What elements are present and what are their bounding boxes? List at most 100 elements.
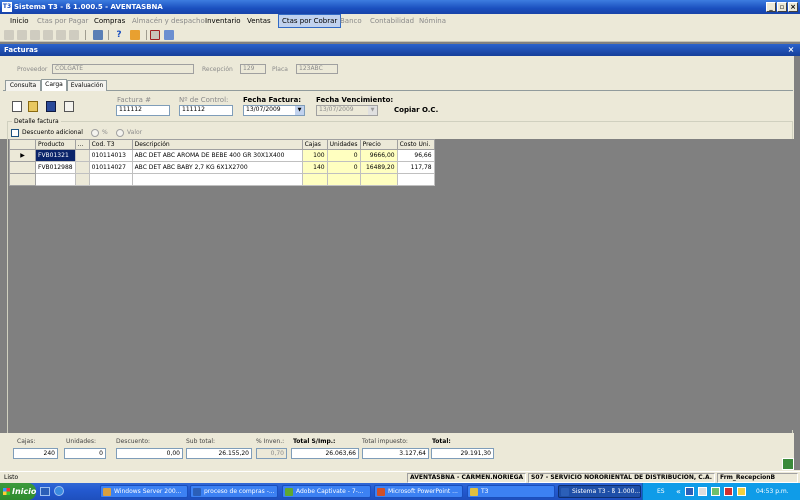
control-field[interactable]: 111112 [179, 105, 233, 116]
chevron-down-icon[interactable]: ▼ [295, 106, 304, 115]
fecha-factura-picker[interactable]: 13/07/2009 ▼ [243, 105, 305, 116]
start-button[interactable]: Inicio [0, 483, 36, 500]
link-icon[interactable] [164, 30, 174, 40]
menu-nomina[interactable]: Nómina [419, 14, 446, 28]
col-cajas[interactable]: Cajas [301, 139, 328, 150]
cell-producto[interactable]: FVB012988 [35, 161, 76, 174]
clock[interactable]: 04:53 p.m. [756, 483, 789, 500]
menu-almacen[interactable]: Almacén y despacho [132, 14, 205, 28]
copiar-oc-button[interactable]: Copiar O.C. [394, 106, 438, 114]
lookup-button[interactable] [74, 161, 90, 174]
col-precio[interactable]: Precio [359, 139, 398, 150]
save-disk-icon[interactable] [46, 101, 56, 112]
col-unidades[interactable]: Unidades [326, 139, 361, 150]
cell-unidades[interactable] [326, 173, 361, 186]
print-icon[interactable] [93, 30, 103, 40]
delete-icon[interactable] [43, 30, 53, 40]
network-icon[interactable] [685, 487, 694, 496]
monitor-icon[interactable] [698, 487, 707, 496]
cell-producto[interactable] [35, 173, 76, 186]
cell-unidades[interactable]: 0 [326, 149, 361, 162]
cell-costo[interactable]: 117,78 [396, 161, 435, 174]
menu-inventario[interactable]: Inventario [205, 14, 241, 28]
proveedor-field[interactable]: COLGATE [52, 64, 194, 74]
lookup-button[interactable] [74, 149, 90, 162]
valor-radio[interactable] [116, 129, 124, 137]
new-doc-icon[interactable] [12, 101, 22, 112]
cell-cajas[interactable]: 100 [301, 149, 328, 162]
cell-desc[interactable]: ABC DET ABC AROMA DE BEBE 400 GR 30X1X40… [131, 149, 303, 162]
form-close-button[interactable]: × [786, 45, 796, 55]
cell-precio[interactable]: 16489,20 [359, 161, 398, 174]
restore-button[interactable]: ▫ [777, 2, 787, 12]
menu-ventas[interactable]: Ventas [247, 14, 271, 28]
cell-cod[interactable]: 010114027 [88, 161, 133, 174]
form-title-bar[interactable]: Facturas × [0, 44, 800, 56]
close-button[interactable]: × [788, 2, 798, 12]
tab-carga[interactable]: Carga [41, 79, 67, 91]
volume-icon[interactable] [737, 487, 746, 496]
table-row[interactable]: FVB012988 010114027 ABC DET ABC BABY 2,7… [9, 161, 435, 174]
pct-radio[interactable] [91, 129, 99, 137]
title-bar[interactable]: T3 Sistema T3 - ß 1.000.5 - AVENTASBNA _… [0, 0, 800, 14]
descuento-checkbox[interactable] [11, 129, 19, 137]
recepcion-field[interactable]: 129 [240, 64, 266, 74]
tab-evaluacion[interactable]: Evaluación [67, 80, 107, 91]
menu-inicio[interactable]: Inicio [10, 14, 29, 28]
stop-icon[interactable] [150, 30, 160, 40]
help-icon[interactable]: ? [114, 30, 124, 40]
table-row-new[interactable] [9, 173, 435, 186]
new-icon[interactable] [4, 30, 14, 40]
tab-consulta[interactable]: Consulta [5, 80, 41, 91]
lookup-button[interactable] [74, 173, 90, 186]
taskbar-proceso-compras[interactable]: proceso de compras -... [190, 485, 278, 498]
menu-compras[interactable]: Compras [94, 14, 125, 28]
cell-costo[interactable] [396, 173, 435, 186]
cell-precio[interactable]: 9666,00 [359, 149, 398, 162]
col-producto[interactable]: Producto [35, 139, 76, 150]
cell-cod[interactable]: 010114013 [88, 149, 133, 162]
open-icon[interactable] [17, 30, 27, 40]
save-icon[interactable] [30, 30, 40, 40]
factura-field[interactable]: 111112 [116, 105, 170, 116]
col-lookup[interactable]: ... [74, 139, 90, 150]
alert-icon[interactable] [724, 487, 733, 496]
preview-icon[interactable] [64, 101, 74, 112]
menu-banco[interactable]: Banco [340, 14, 362, 28]
cell-cajas[interactable]: 140 [301, 161, 328, 174]
desktop-icon[interactable] [40, 487, 50, 496]
cell-desc[interactable]: ABC DET ABC BABY 2,7 KG 6X1X2700 [131, 161, 303, 174]
table-row[interactable]: ▶ FVB01321 010114013 ABC DET ABC AROMA D… [9, 149, 435, 162]
chevron-down-icon[interactable]: ▼ [368, 106, 377, 115]
language-indicator[interactable]: ES [657, 483, 665, 500]
menu-ctas-por-cobrar[interactable]: Ctas por Cobrar [278, 14, 342, 28]
minimize-button[interactable]: _ [766, 2, 776, 12]
open-folder-icon[interactable] [28, 101, 38, 112]
menu-ctas-por-pagar[interactable]: Ctas por Pagar [37, 14, 88, 28]
cell-cajas[interactable] [301, 173, 328, 186]
taskbar-sistema-t3[interactable]: Sistema T3 - ß 1.000... [558, 485, 641, 498]
cell-costo[interactable]: 96,66 [396, 149, 435, 162]
placa-field[interactable]: 123ABC [296, 64, 338, 74]
detail-grid[interactable]: Producto ... Cod. T3 Descripción Cajas U… [9, 139, 793, 430]
fecha-vencimiento-picker[interactable]: 13/07/2009 ▼ [316, 105, 378, 116]
menu-contabilidad[interactable]: Contabilidad [370, 14, 414, 28]
tray-app-icon[interactable] [711, 487, 720, 496]
cell-precio[interactable] [359, 173, 398, 186]
brush-icon[interactable] [130, 30, 140, 40]
cell-unidades[interactable]: 0 [326, 161, 361, 174]
refresh-icon[interactable] [69, 30, 79, 40]
taskbar-captivate[interactable]: Adobe Captivate - 7-... [282, 485, 371, 498]
cell-desc[interactable] [131, 173, 303, 186]
taskbar-t3[interactable]: T3 [467, 485, 555, 498]
cell-producto[interactable]: FVB01321 [35, 149, 76, 162]
col-costo-uni[interactable]: Costo Uni. [396, 139, 435, 150]
col-descripcion[interactable]: Descripción [131, 139, 303, 150]
undo-icon[interactable] [56, 30, 66, 40]
cell-cod[interactable] [88, 173, 133, 186]
col-cod-t3[interactable]: Cod. T3 [88, 139, 133, 150]
chevron-left-icon[interactable]: « [676, 483, 681, 500]
taskbar-windows-server[interactable]: Windows Server 200... [100, 485, 188, 498]
taskbar-powerpoint[interactable]: Microsoft PowerPoint ... [374, 485, 463, 498]
ie-icon[interactable] [54, 486, 64, 496]
